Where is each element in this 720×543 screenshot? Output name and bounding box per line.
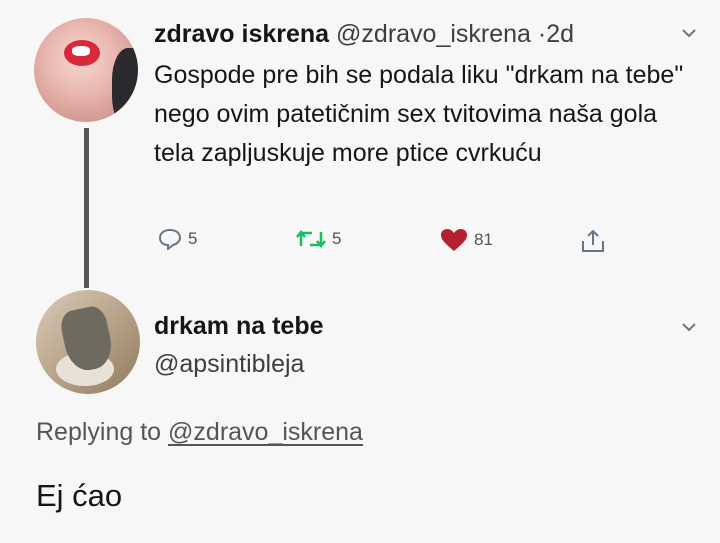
avatar-teeth — [72, 46, 90, 56]
avatar-hair — [112, 48, 138, 122]
handle[interactable]: @apsintibleja — [154, 350, 304, 379]
action-bar: 5 5 81 — [0, 228, 720, 256]
share-icon — [582, 229, 604, 252]
original-tweet: zdravo iskrena @zdravo_iskrena ·2d Gospo… — [0, 0, 720, 290]
display-name[interactable]: drkam na tebe — [154, 312, 324, 341]
avatar[interactable] — [34, 18, 138, 122]
retweet-count: 5 — [332, 229, 342, 248]
replying-prefix: Replying to — [36, 418, 162, 446]
tweet-header: zdravo iskrena @zdravo_iskrena ·2d — [154, 20, 574, 49]
reply-button[interactable]: 5 — [158, 228, 197, 250]
dot-separator: · — [537, 20, 547, 48]
like-count: 81 — [474, 230, 493, 249]
chevron-down-icon[interactable] — [680, 24, 698, 42]
retweet-icon — [296, 229, 326, 249]
like-button[interactable]: 81 — [440, 228, 493, 252]
display-name[interactable]: zdravo iskrena — [154, 20, 329, 48]
replying-to-link[interactable]: @zdravo_iskrena — [168, 418, 363, 446]
reply-count: 5 — [188, 229, 198, 248]
reply-icon — [158, 228, 182, 250]
share-button[interactable] — [580, 228, 606, 254]
avatar[interactable] — [36, 290, 140, 394]
reply-text: Ej ćao — [36, 478, 123, 513]
retweet-button[interactable]: 5 — [296, 228, 341, 250]
timestamp[interactable]: 2d — [546, 20, 574, 48]
tweet-text: Gospode pre bih se podala liku "drkam na… — [154, 61, 684, 167]
replying-to: Replying to @zdravo_iskrena — [36, 418, 363, 447]
handle[interactable]: @zdravo_iskrena — [336, 20, 531, 48]
heart-icon — [441, 229, 467, 251]
thread-line — [84, 128, 89, 288]
chevron-down-icon[interactable] — [680, 318, 698, 336]
